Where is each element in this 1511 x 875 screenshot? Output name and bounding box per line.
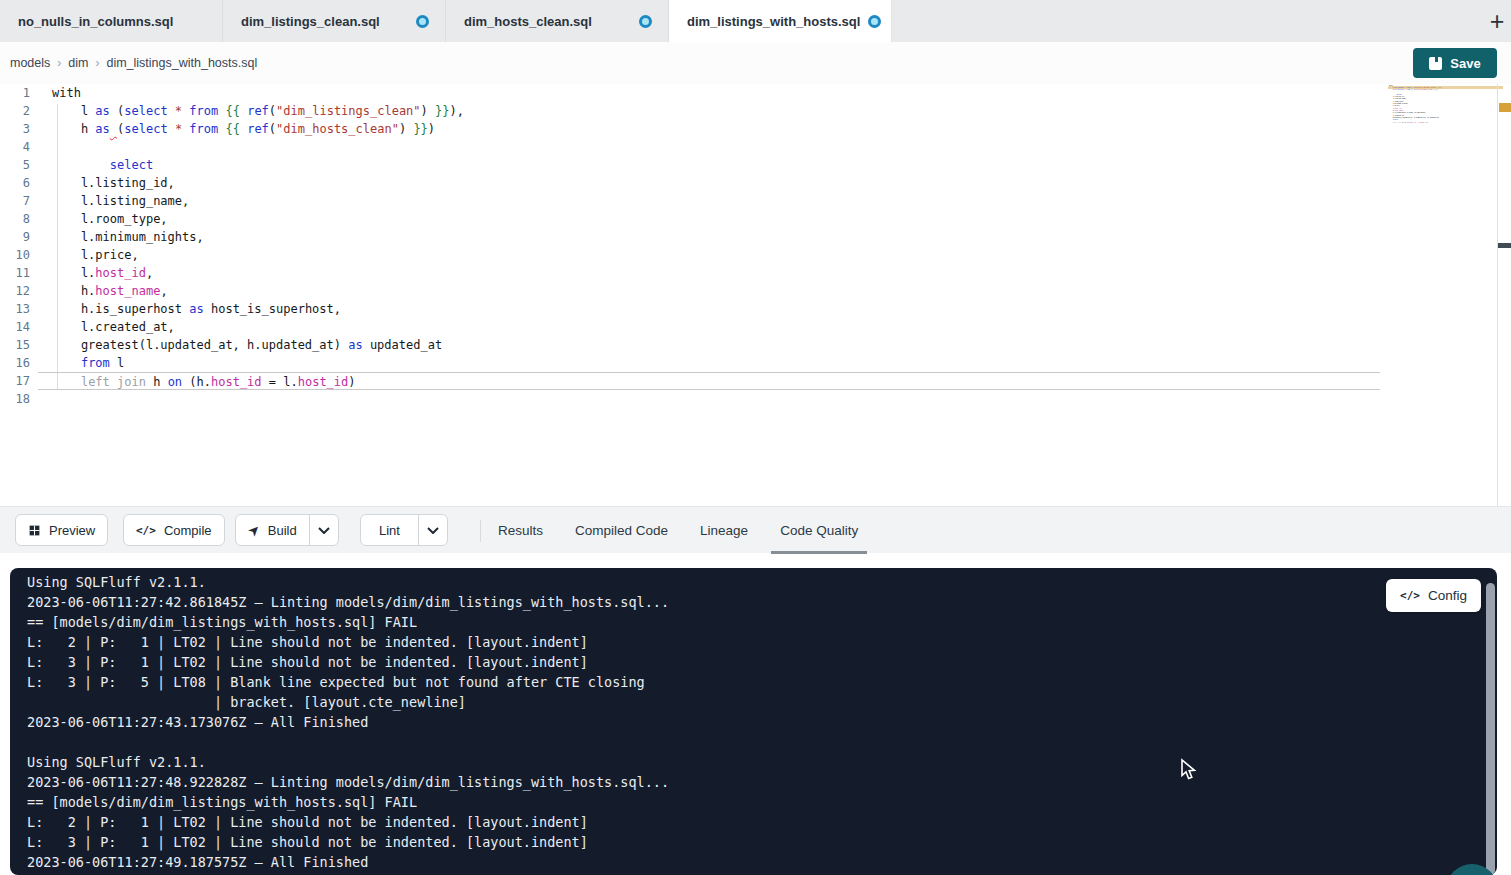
line-number: 6	[0, 174, 30, 192]
code-line-17: left join h on (h.host_id = l.host_id)	[38, 372, 1380, 390]
build-button[interactable]: ➤Build	[235, 514, 339, 546]
unsaved-changes-dot	[868, 15, 881, 28]
line-number: 4	[0, 138, 30, 156]
code-line-12: h.host_name,	[38, 282, 1380, 300]
code-line-13: h.is_superhost as host_is_superhost,	[38, 300, 1380, 318]
code-editor[interactable]: 123456789101112131415161718 with l as (s…	[0, 84, 1511, 506]
file-tab-dim_hosts_clean.sql[interactable]: dim_hosts_clean.sql	[446, 0, 669, 42]
file-tab-label: dim_listings_with_hosts.sql	[687, 14, 860, 29]
rocket-icon: ➤	[244, 520, 264, 540]
code-line-4	[38, 138, 1380, 156]
code-line-2: l as (select * from {{ ref("dim_listings…	[38, 102, 1380, 120]
panel-tab-results[interactable]: Results	[497, 507, 544, 554]
terminal-scrollbar[interactable]	[1486, 583, 1495, 875]
panel-tab-code-quality[interactable]: Code Quality	[779, 507, 859, 554]
compile-button[interactable]: </>Compile	[123, 514, 225, 546]
mouse-cursor	[1180, 758, 1196, 781]
line-number: 15	[0, 336, 30, 354]
lint-button[interactable]: Lint	[360, 514, 448, 546]
code-line-5: select	[38, 156, 1380, 174]
line-number: 10	[0, 246, 30, 264]
code-line-14: l.created_at,	[38, 318, 1380, 336]
breadcrumb-separator: ›	[57, 56, 61, 70]
save-icon	[1429, 57, 1442, 70]
code-line-7: l.listing_name,	[38, 192, 1380, 210]
code-line-3: h as (select * from {{ ref("dim_hosts_cl…	[38, 120, 1380, 138]
file-tab-bar: no_nulls_in_columns.sql dim_listings_clea…	[0, 0, 1511, 42]
panel-tab-compiled-code[interactable]: Compiled Code	[574, 507, 669, 554]
panel-tabs: Results Compiled Code Lineage Code Quality	[497, 507, 859, 554]
line-number-gutter: 123456789101112131415161718	[0, 84, 30, 408]
chevron-down-icon	[427, 527, 439, 534]
line-number: 8	[0, 210, 30, 228]
build-dropdown-button[interactable]	[309, 515, 338, 545]
code-icon: </>	[136, 524, 156, 537]
cursor-position-marker	[1498, 243, 1511, 248]
file-tab-no_nulls_in_columns.sql[interactable]: no_nulls_in_columns.sql	[0, 0, 223, 42]
unsaved-changes-dot	[416, 15, 429, 28]
line-number: 5	[0, 156, 30, 174]
file-tab-label: dim_hosts_clean.sql	[464, 14, 592, 29]
code-lines: with l as (select * from {{ ref("dim_lis…	[38, 84, 1380, 408]
code-icon: </>	[1400, 589, 1420, 602]
file-tab-dim_listings_with_hosts.sql[interactable]: dim_listings_with_hosts.sql	[669, 0, 892, 42]
annotation-ruler	[1497, 84, 1511, 506]
lint-dropdown-button[interactable]	[418, 515, 447, 545]
file-tab-dim_listings_clean.sql[interactable]: dim_listings_clean.sql	[223, 0, 446, 42]
code-line-16: from l	[38, 354, 1380, 372]
line-number: 2	[0, 102, 30, 120]
breadcrumb-item[interactable]: models	[10, 56, 50, 70]
breadcrumb-item[interactable]: dim_listings_with_hosts.sql	[106, 56, 257, 70]
editor-action-bar: Preview </>Compile ➤Build Lint Results Co…	[0, 506, 1511, 553]
terminal-output: Using SQLFluff v2.1.1. 2023-06-06T11:27:…	[27, 572, 669, 872]
line-number: 9	[0, 228, 30, 246]
chevron-down-icon	[318, 527, 330, 534]
line-number: 3	[0, 120, 30, 138]
code-line-1: with	[38, 84, 1380, 102]
line-number: 12	[0, 282, 30, 300]
code-line-11: l.host_id,	[38, 264, 1380, 282]
code-line-10: l.price,	[38, 246, 1380, 264]
new-tab-button[interactable]: +	[1485, 0, 1509, 42]
unsaved-changes-dot	[639, 15, 652, 28]
line-number: 7	[0, 192, 30, 210]
line-number: 17	[0, 372, 30, 390]
breadcrumb-item[interactable]: dim	[68, 56, 88, 70]
code-line-8: l.room_type,	[38, 210, 1380, 228]
file-tab-label: no_nulls_in_columns.sql	[18, 14, 173, 29]
panel-tab-lineage[interactable]: Lineage	[699, 507, 749, 554]
breadcrumb-separator: ›	[95, 56, 99, 70]
line-number: 13	[0, 300, 30, 318]
lint-warning-marker	[1499, 103, 1511, 112]
breadcrumb: models › dim › dim_listings_with_hosts.sql	[10, 42, 257, 84]
save-button[interactable]: Save	[1413, 48, 1497, 78]
code-line-9: l.minimum_nights,	[38, 228, 1380, 246]
preview-button[interactable]: Preview	[15, 514, 108, 546]
code-line-15: greatest(l.updated_at, h.updated_at) as …	[38, 336, 1380, 354]
line-number: 1	[0, 84, 30, 102]
code-line-18	[38, 390, 1380, 408]
toolbar-divider	[480, 520, 481, 542]
file-header: models › dim › dim_listings_with_hosts.sql S…	[0, 42, 1511, 84]
code-line-6: l.listing_id,	[38, 174, 1380, 192]
line-number: 16	[0, 354, 30, 372]
minimap: with l as (select * from {{ ref("dim_lis…	[1389, 84, 1497, 144]
file-tab-label: dim_listings_clean.sql	[241, 14, 380, 29]
line-number: 11	[0, 264, 30, 282]
line-number: 18	[0, 390, 30, 408]
line-number: 14	[0, 318, 30, 336]
config-button[interactable]: </> Config	[1386, 579, 1481, 612]
table-icon	[28, 524, 41, 537]
lint-output-terminal: Using SQLFluff v2.1.1. 2023-06-06T11:27:…	[10, 568, 1497, 875]
